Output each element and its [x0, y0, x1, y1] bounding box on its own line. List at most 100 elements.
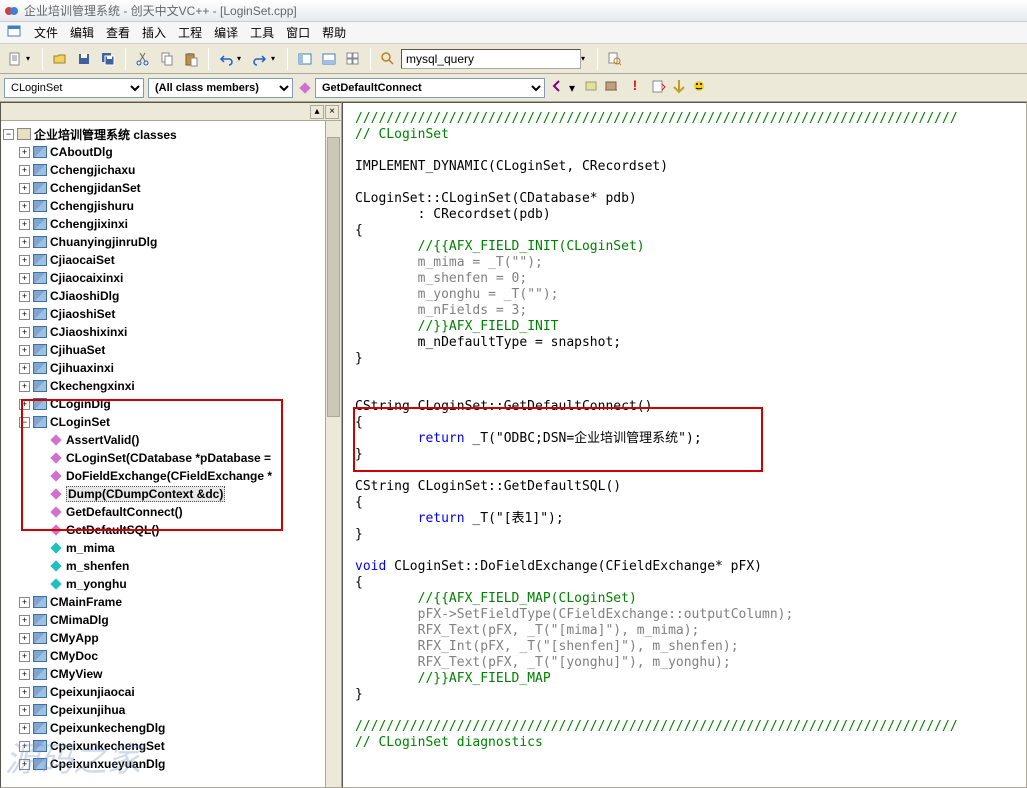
tree-toggle-icon[interactable]: +	[19, 345, 30, 356]
tree-toggle-icon[interactable]: −	[19, 417, 30, 428]
stop-build-icon[interactable]: !	[627, 78, 643, 97]
save-icon[interactable]	[73, 48, 95, 70]
tree-toggle-icon[interactable]: +	[19, 237, 30, 248]
menu-window[interactable]: 窗口	[280, 24, 316, 41]
tree-toggle-icon[interactable]: +	[19, 759, 30, 770]
cut-icon[interactable]	[132, 48, 154, 70]
menu-insert[interactable]: 插入	[136, 24, 172, 41]
nav-back-icon[interactable]	[549, 78, 565, 97]
tree-row[interactable]: +CMyApp	[3, 629, 339, 647]
tree-row[interactable]: CLoginSet(CDatabase *pDatabase =	[3, 449, 339, 467]
tree-scrollbar[interactable]	[325, 121, 341, 787]
menu-file[interactable]: 文件	[28, 24, 64, 41]
member-dropdown[interactable]: GetDefaultConnect	[315, 78, 545, 98]
tree-toggle-icon[interactable]: +	[19, 381, 30, 392]
breakpoint-icon[interactable]	[691, 78, 707, 97]
tree-toggle-icon[interactable]: −	[3, 129, 14, 140]
tree-row[interactable]: +CjiaoshiSet	[3, 305, 339, 323]
go-icon[interactable]	[671, 78, 687, 97]
tree-row[interactable]: +CpeixunxueyuanDlg	[3, 755, 339, 773]
tree-toggle-icon[interactable]: +	[19, 255, 30, 266]
tree-row[interactable]: +Cchengjixinxi	[3, 215, 339, 233]
execute-icon[interactable]	[651, 78, 667, 97]
tree-row[interactable]: m_mima	[3, 539, 339, 557]
system-menu-icon[interactable]	[6, 23, 22, 42]
tree-row[interactable]: +CjihuaSet	[3, 341, 339, 359]
tree-row[interactable]: DoFieldExchange(CFieldExchange *	[3, 467, 339, 485]
tree-toggle-icon[interactable]: +	[19, 183, 30, 194]
menu-project[interactable]: 工程	[172, 24, 208, 41]
tree-row[interactable]: +Ckechengxinxi	[3, 377, 339, 395]
tree-toggle-icon[interactable]: +	[19, 291, 30, 302]
tree-row[interactable]: +Cpeixunjiaocai	[3, 683, 339, 701]
tree-toggle-icon[interactable]: +	[19, 147, 30, 158]
menu-build[interactable]: 编译	[208, 24, 244, 41]
window-list-icon[interactable]	[342, 48, 364, 70]
menu-help[interactable]: 帮助	[316, 24, 352, 41]
class-dropdown[interactable]: CLoginSet	[4, 78, 144, 98]
menu-tools[interactable]: 工具	[244, 24, 280, 41]
tree-row[interactable]: m_yonghu	[3, 575, 339, 593]
paste-icon[interactable]	[180, 48, 202, 70]
tree-row[interactable]: +CjiaocaiSet	[3, 251, 339, 269]
tree-row[interactable]: +CJiaoshixinxi	[3, 323, 339, 341]
tree-toggle-icon[interactable]: +	[19, 687, 30, 698]
open-icon[interactable]	[49, 48, 71, 70]
filter-dropdown[interactable]: (All class members)	[148, 78, 293, 98]
panel-float-icon[interactable]: ▴	[310, 105, 324, 119]
new-text-icon[interactable]	[4, 48, 26, 70]
new-dropdown-icon[interactable]: ▾	[26, 54, 36, 63]
find-in-files-icon[interactable]	[604, 48, 626, 70]
tree-row[interactable]: +CAboutDlg	[3, 143, 339, 161]
tree-toggle-icon[interactable]: +	[19, 327, 30, 338]
tree-toggle-icon[interactable]: +	[19, 165, 30, 176]
search-dropdown-icon[interactable]: ▾	[581, 54, 591, 63]
tree-toggle-icon[interactable]: +	[19, 633, 30, 644]
tree-row[interactable]: +ChuanyingjinruDlg	[3, 233, 339, 251]
code-editor[interactable]: ////////////////////////////////////////…	[343, 103, 1026, 759]
tree-row[interactable]: +CLoginDlg	[3, 395, 339, 413]
tree-toggle-icon[interactable]: +	[19, 309, 30, 320]
tree-row[interactable]: −CLoginSet	[3, 413, 339, 431]
tree-toggle-icon[interactable]: +	[19, 705, 30, 716]
tree-row[interactable]: +CpeixunkechengSet	[3, 737, 339, 755]
tree-row[interactable]: +Cjiaocaixinxi	[3, 269, 339, 287]
tree-toggle-icon[interactable]: +	[19, 651, 30, 662]
tree-toggle-icon[interactable]: +	[19, 615, 30, 626]
tree-toggle-icon[interactable]: +	[19, 723, 30, 734]
build-icon[interactable]	[603, 78, 619, 97]
tree-row[interactable]: AssertValid()	[3, 431, 339, 449]
output-icon[interactable]	[318, 48, 340, 70]
tree-toggle-icon[interactable]: +	[19, 741, 30, 752]
tree-toggle-icon[interactable]: +	[19, 363, 30, 374]
tree-row[interactable]: +CMainFrame	[3, 593, 339, 611]
tree-row[interactable]: +CJiaoshiDlg	[3, 287, 339, 305]
tree-row[interactable]: +CchengjidanSet	[3, 179, 339, 197]
tree-row[interactable]: +CMyView	[3, 665, 339, 683]
tree-row[interactable]: −企业培训管理系统 classes	[3, 125, 339, 143]
compile-icon[interactable]	[583, 78, 599, 97]
tree-row[interactable]: GetDefaultConnect()	[3, 503, 339, 521]
tree-row[interactable]: +Cpeixunjihua	[3, 701, 339, 719]
tree-toggle-icon[interactable]: +	[19, 399, 30, 410]
undo-dropdown-icon[interactable]: ▾	[237, 54, 247, 63]
save-all-icon[interactable]	[97, 48, 119, 70]
workspace-icon[interactable]	[294, 48, 316, 70]
tree-toggle-icon[interactable]: +	[19, 219, 30, 230]
tree-row[interactable]: +Cchengjishuru	[3, 197, 339, 215]
class-tree[interactable]: −企业培训管理系统 classes+CAboutDlg+Cchengjichax…	[1, 121, 341, 787]
tree-row[interactable]: +CMyDoc	[3, 647, 339, 665]
find-icon[interactable]	[377, 48, 399, 70]
tree-toggle-icon[interactable]: +	[19, 669, 30, 680]
tree-toggle-icon[interactable]: +	[19, 597, 30, 608]
tree-row[interactable]: +CpeixunkechengDlg	[3, 719, 339, 737]
tree-row[interactable]: +Cjihuaxinxi	[3, 359, 339, 377]
tree-toggle-icon[interactable]: +	[19, 201, 30, 212]
tree-toggle-icon[interactable]: +	[19, 273, 30, 284]
copy-icon[interactable]	[156, 48, 178, 70]
tree-row[interactable]: +CMimaDlg	[3, 611, 339, 629]
menu-edit[interactable]: 编辑	[64, 24, 100, 41]
redo-dropdown-icon[interactable]: ▾	[271, 54, 281, 63]
nav-dropdown-icon[interactable]: ▾	[569, 81, 575, 95]
tree-row[interactable]: Dump(CDumpContext &dc)	[3, 485, 339, 503]
